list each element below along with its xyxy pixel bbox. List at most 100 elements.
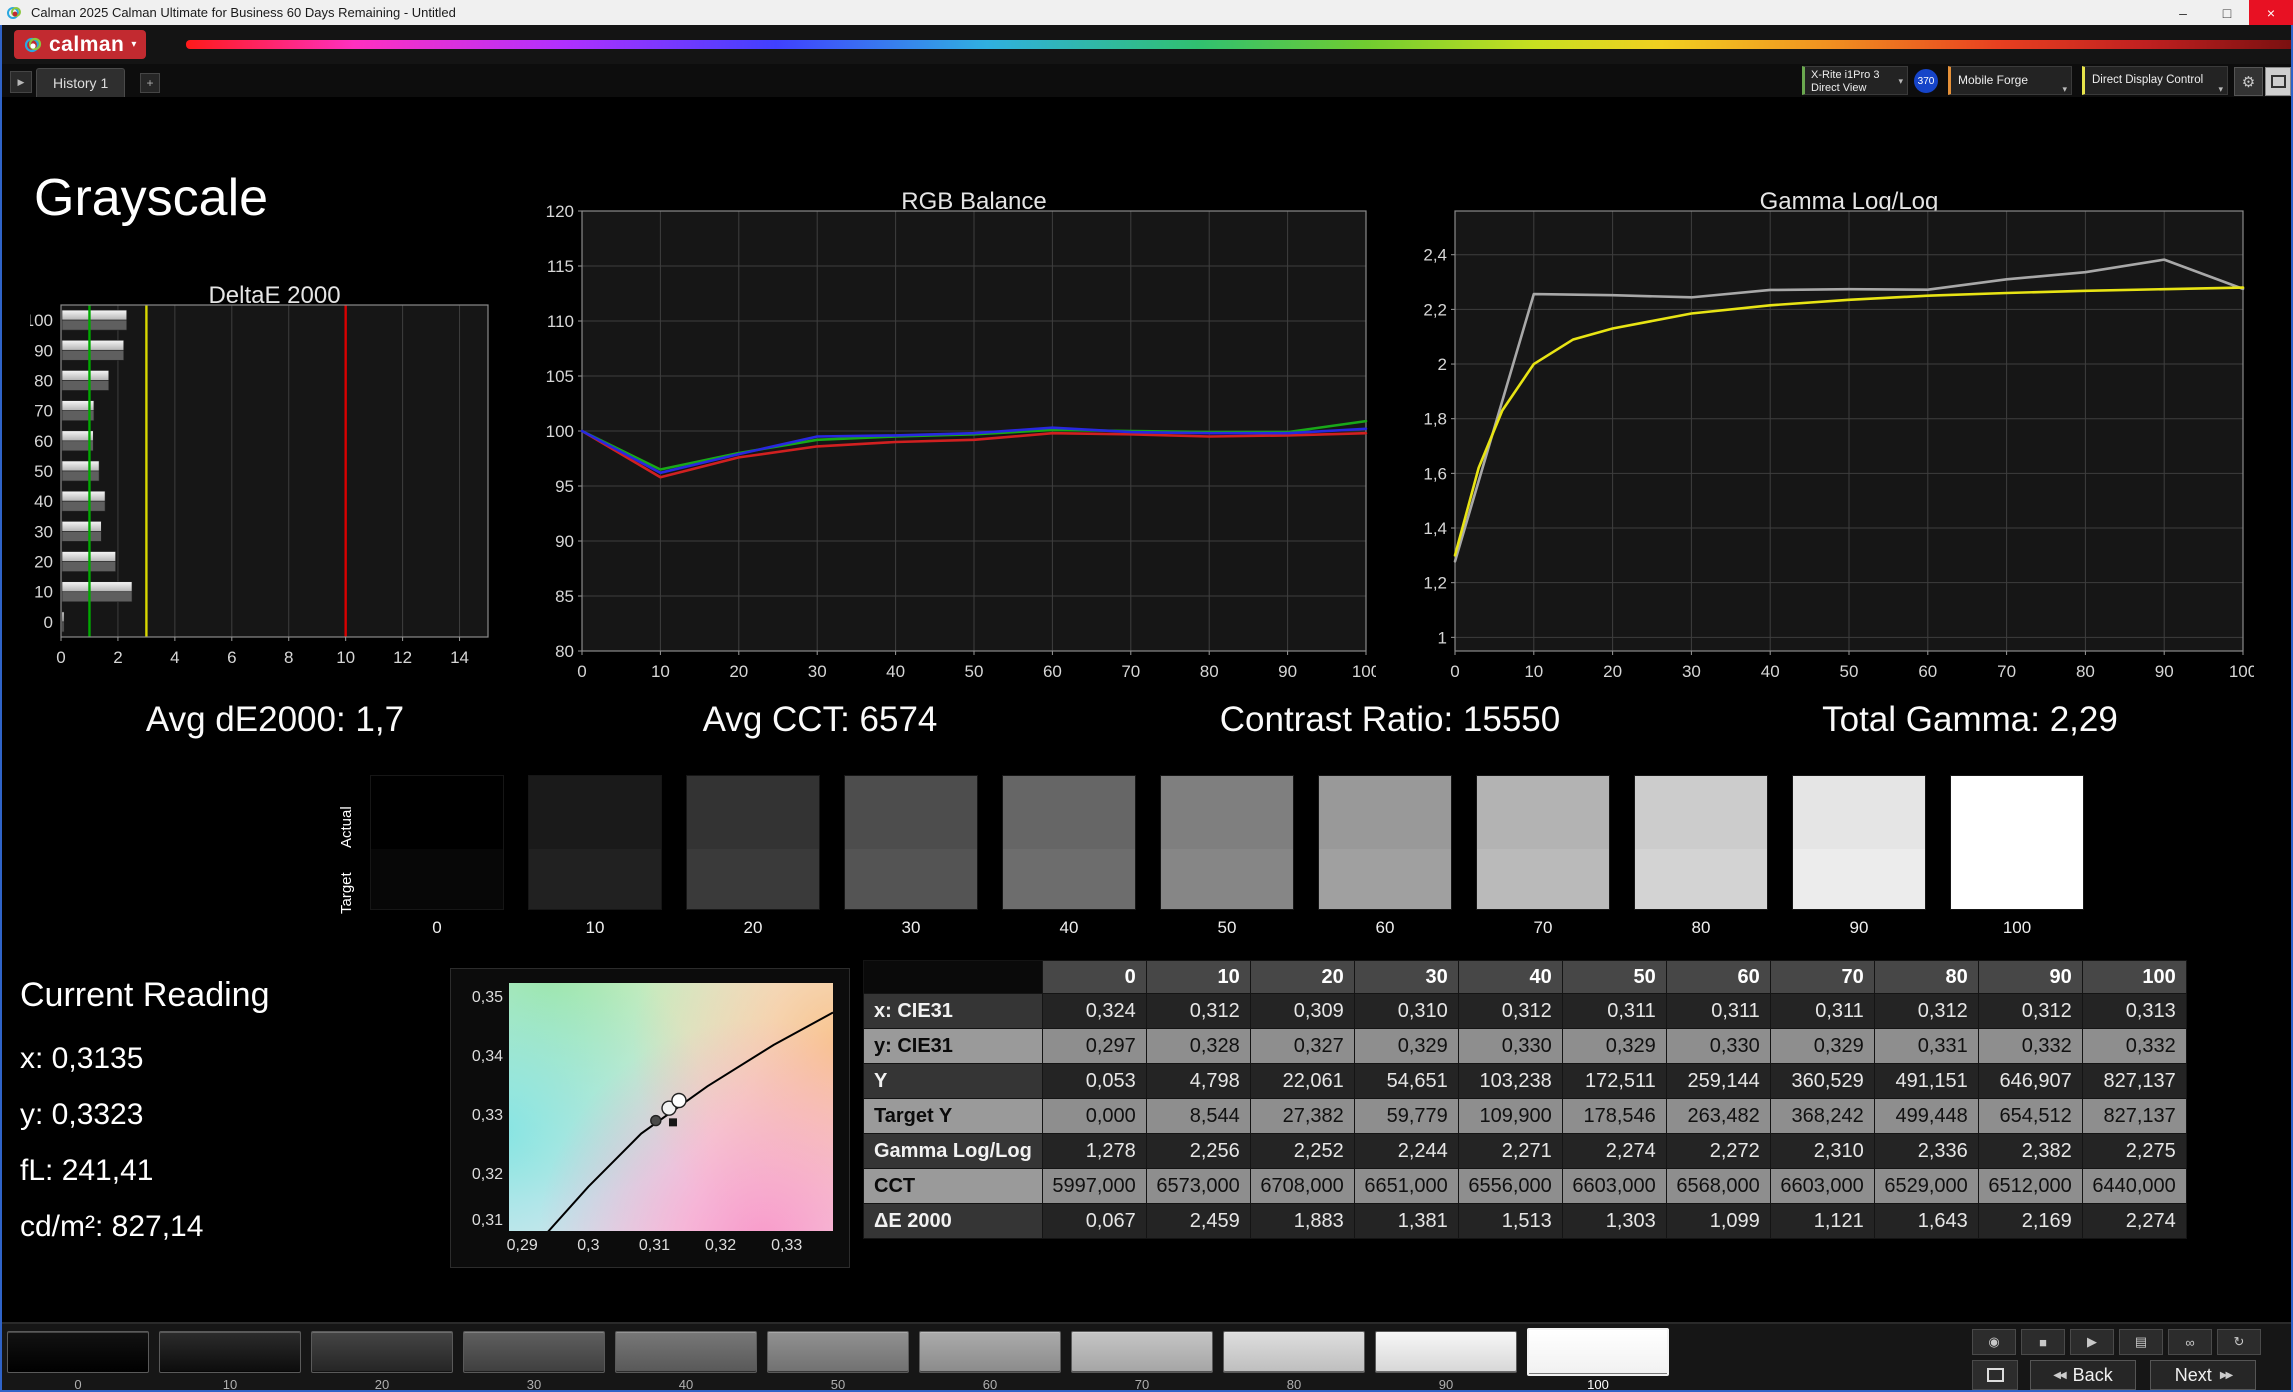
back-button[interactable]: ◀◀ Back (2030, 1360, 2136, 1390)
display-label: Direct Display Control (2092, 74, 2204, 86)
window-title: Calman 2025 Calman Ultimate for Business… (31, 5, 456, 20)
tick-label: 110 (547, 312, 574, 331)
tick-label: 50 (1840, 662, 1859, 681)
actual-label: Actual (338, 806, 355, 848)
pattern-button-0[interactable] (7, 1331, 149, 1373)
grayscale-swatch-80 (1634, 775, 1768, 910)
play-button[interactable]: ▶ (2070, 1329, 2114, 1355)
window-edge-left (0, 25, 2, 1392)
pattern-button-60[interactable] (919, 1331, 1061, 1373)
source-selector[interactable]: Mobile Forge ▾ (1948, 66, 2072, 95)
deltae-bar-actual (61, 339, 125, 351)
table-cell: 2,382 (1977, 1133, 2083, 1169)
calman-menu-button[interactable]: calman ▾ (14, 30, 147, 59)
swatch-actual (529, 776, 661, 850)
deltae-bar-actual (61, 490, 106, 502)
tick-label: 2 (113, 648, 122, 667)
table-cell: 0,330 (1457, 1028, 1563, 1064)
tick-label: 80 (1200, 662, 1219, 681)
measurement-table: 0 10 20 30 40 50 60 70 80 90 100 x: CIE31 0,324 0,312… (863, 960, 2187, 1239)
tick-label: 1,6 (1423, 464, 1447, 483)
planckian-locus (547, 1011, 833, 1231)
pattern-button-40[interactable] (615, 1331, 757, 1373)
table-col-header: 60 (1665, 960, 1771, 994)
stat-contrast-ratio: Contrast Ratio: 15550 (1219, 700, 1561, 739)
grayscale-swatch-60 (1318, 775, 1452, 910)
table-cell: 0,331 (1873, 1028, 1979, 1064)
reading-marker (671, 1092, 687, 1109)
deltae-chart: 100908070605040302010002468101214 (30, 304, 489, 667)
pattern-button-20[interactable] (311, 1331, 453, 1373)
grayscale-swatch-40 (1002, 775, 1136, 910)
table-cell: 0,329 (1561, 1028, 1667, 1064)
table-col-header: 10 (1145, 960, 1251, 994)
swatch-actual (1319, 776, 1451, 850)
pattern-button-10[interactable] (159, 1331, 301, 1373)
settings-gear-button[interactable]: ⚙ (2234, 67, 2263, 96)
grayscale-swatch-100 (1950, 775, 2084, 910)
reset-button[interactable]: ↻ (2217, 1329, 2261, 1355)
titlebar: Calman 2025 Calman Ultimate for Business… (0, 0, 2293, 25)
table-col-header: 90 (1977, 960, 2083, 994)
deltae-bar-target (61, 470, 100, 482)
grayscale-swatch-70 (1476, 775, 1610, 910)
table-cell: 1,513 (1457, 1203, 1563, 1239)
cie-x-tick: 0,29 (506, 1237, 538, 1254)
reading-x: x: 0,3135 (20, 1042, 144, 1075)
swatch-target (1319, 849, 1451, 909)
pattern-window-button[interactable] (1972, 1360, 2018, 1390)
print-button[interactable]: ▤ (2119, 1329, 2163, 1355)
pattern-button-90[interactable] (1375, 1331, 1517, 1373)
table-cell: 1,381 (1353, 1203, 1459, 1239)
tick-label: 100 (546, 422, 574, 441)
pattern-button-80[interactable] (1223, 1331, 1365, 1373)
expand-history-button[interactable]: ▶ (10, 71, 32, 93)
pattern-button-50[interactable] (767, 1331, 909, 1373)
pattern-button-30[interactable] (463, 1331, 605, 1373)
display-control-selector[interactable]: Direct Display Control ▾ (2082, 66, 2228, 95)
tick-label: 40 (34, 492, 53, 511)
tick-label: 2 (1438, 355, 1447, 374)
window-buttons: – □ × (2161, 0, 2293, 25)
table-cell: 1,099 (1665, 1203, 1771, 1239)
swatch-target (529, 849, 661, 909)
tick-label: 0 (577, 662, 586, 681)
meter-selector[interactable]: X-Rite i1Pro 3 Direct View ▾ (1802, 66, 1908, 95)
table-cell: 2,271 (1457, 1133, 1563, 1169)
continuous-button[interactable]: ∞ (2168, 1329, 2212, 1355)
stop-button[interactable]: ■ (2021, 1329, 2065, 1355)
swatch-actual (1003, 776, 1135, 850)
tab-history-1[interactable]: History 1 (36, 68, 126, 97)
table-row-label: CCT (863, 1168, 1043, 1204)
close-button[interactable]: × (2249, 0, 2293, 25)
deltae-bar-actual (61, 611, 65, 623)
panel-toggle-button[interactable] (2265, 67, 2291, 96)
table-cell: 646,907 (1977, 1063, 2083, 1099)
table-row: ΔE 2000 0,067 2,459 1,883 1,381 1,513 1,303 1,0… (863, 1203, 2187, 1239)
stat-avg-de2000: Avg dE2000: 1,7 (145, 700, 405, 739)
next-button[interactable]: Next ▶▶ (2150, 1360, 2256, 1390)
target-marker (668, 1118, 677, 1127)
table-cell: 2,275 (2081, 1133, 2187, 1169)
tick-label: 115 (547, 257, 574, 276)
table-col-header: 80 (1873, 960, 1979, 994)
app-icon (7, 6, 21, 19)
table-col-header: 100 (2081, 960, 2187, 994)
deltae-bar-target (61, 531, 102, 542)
pattern-button-70[interactable] (1071, 1331, 1213, 1373)
table-row-label: Y (863, 1063, 1043, 1099)
table-cell: 0,313 (2081, 993, 2187, 1029)
snapshot-button[interactable]: ◉ (1972, 1329, 2016, 1355)
pattern-button-100[interactable] (1527, 1328, 1669, 1376)
table-cell: 491,151 (1873, 1063, 1979, 1099)
frame-icon (1986, 1368, 2004, 1382)
stat-avg-cct: Avg CCT: 6574 (702, 700, 938, 739)
maximize-button[interactable]: □ (2205, 0, 2249, 25)
table-cell: 0,312 (1457, 993, 1563, 1029)
tick-label: 70 (1121, 662, 1140, 681)
tick-label: 95 (555, 477, 574, 496)
deltae-bar-target (61, 500, 106, 512)
current-reading-title: Current Reading (20, 976, 270, 1014)
minimize-button[interactable]: – (2161, 0, 2205, 25)
add-tab-button[interactable]: + (140, 73, 160, 93)
